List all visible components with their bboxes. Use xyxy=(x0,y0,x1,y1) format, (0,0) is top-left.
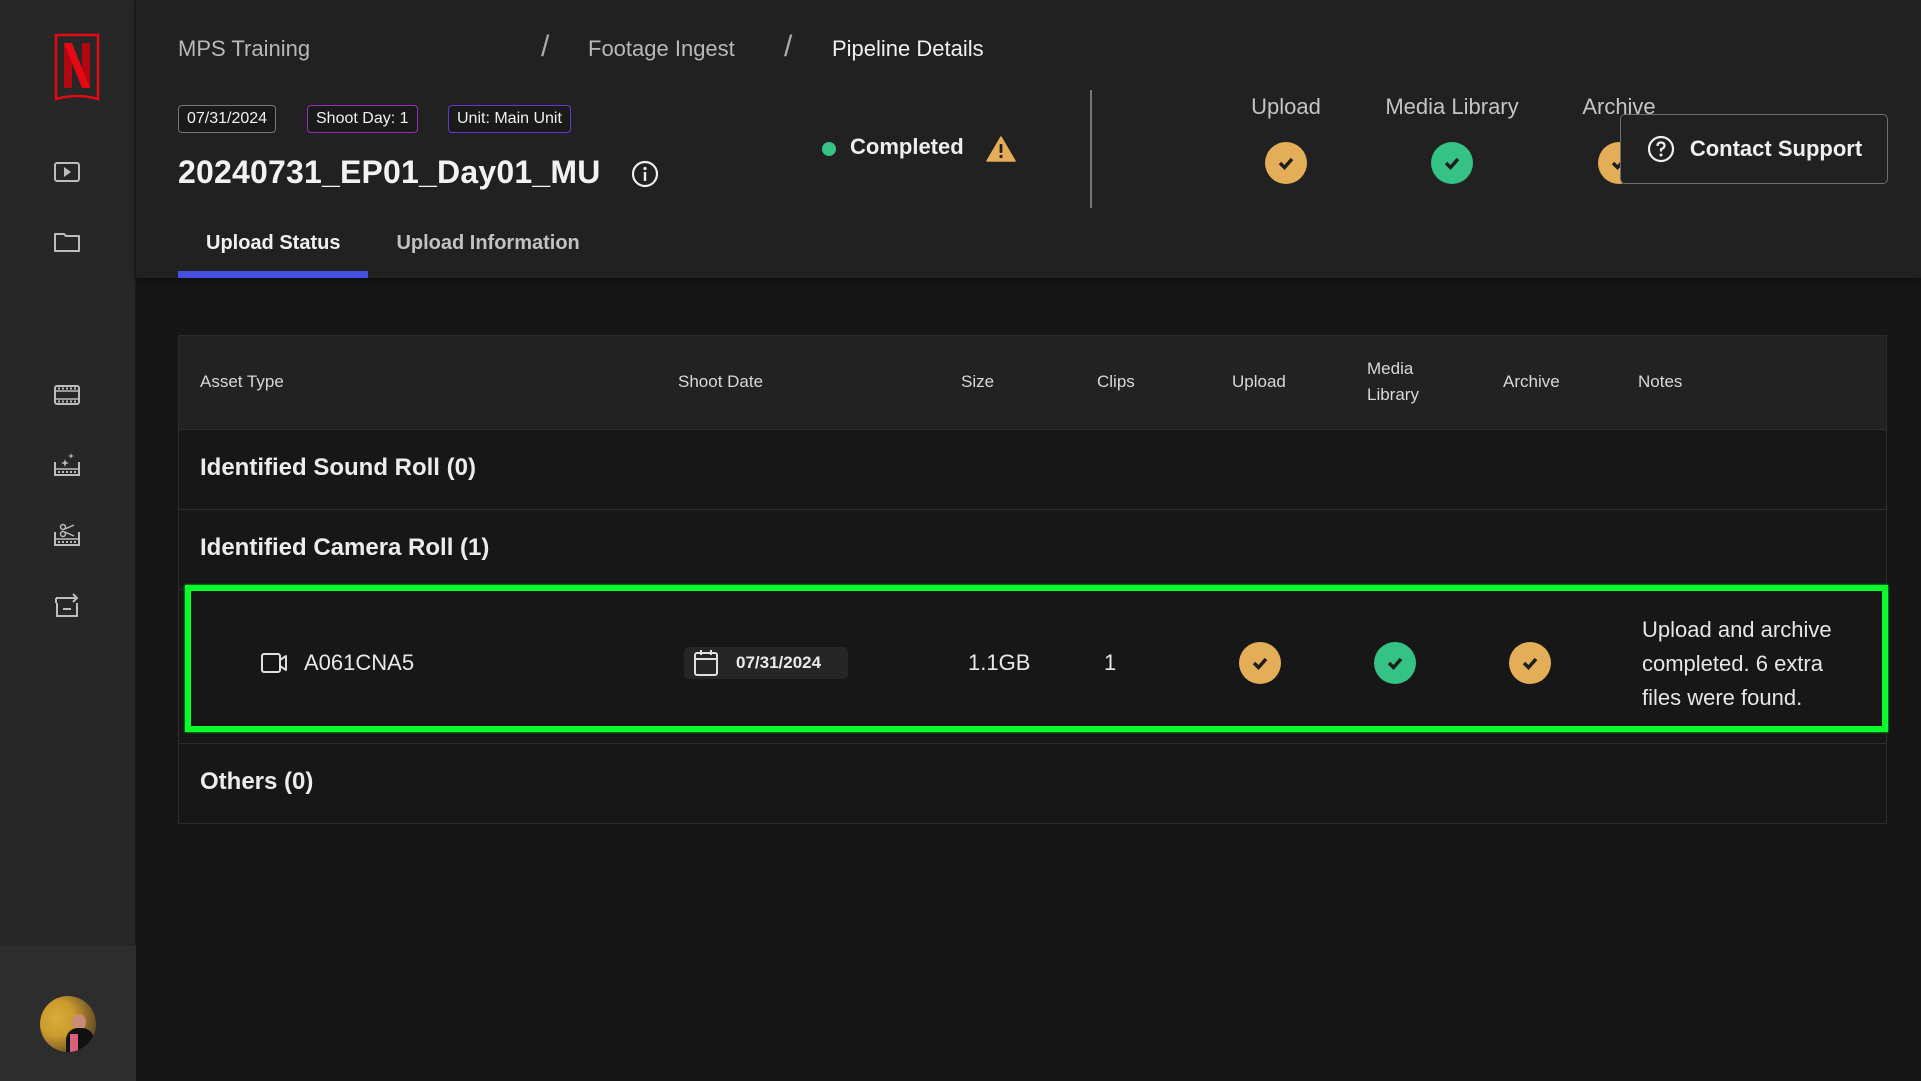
play-icon[interactable] xyxy=(52,157,82,187)
warning-icon[interactable] xyxy=(986,136,1016,162)
breadcrumb-pipeline-details: Pipeline Details xyxy=(832,36,984,61)
user-avatar[interactable] xyxy=(40,996,96,1052)
group-row-camera-roll[interactable]: Identified Camera Roll (1) xyxy=(179,509,1886,589)
video-camera-icon xyxy=(261,653,287,673)
shoot-date-chip: 07/31/2024 xyxy=(684,647,848,679)
breadcrumb-separator: / xyxy=(784,30,793,63)
column-notes: Notes xyxy=(1638,372,1683,391)
column-shoot-date: Shoot Date xyxy=(678,372,764,391)
column-upload: Upload xyxy=(1232,372,1286,391)
help-circle-icon xyxy=(1647,135,1674,163)
contact-support-button[interactable]: Contact Support xyxy=(1620,114,1888,184)
group-row-others[interactable]: Others (0) xyxy=(179,743,1886,823)
breadcrumb-footage-ingest[interactable]: Footage Ingest xyxy=(588,36,735,62)
column-size: Size xyxy=(961,372,995,391)
sidebar xyxy=(0,0,136,1081)
breadcrumb-mps-training[interactable]: MPS Training xyxy=(178,36,310,62)
status-badge: Completed xyxy=(850,134,964,159)
calendar-icon xyxy=(694,650,718,676)
header-divider xyxy=(1090,90,1092,208)
info-icon[interactable] xyxy=(630,159,660,189)
row-notes: Upload and archive completed. 6 extra fi… xyxy=(1642,617,1832,710)
avatar-detail xyxy=(70,1034,78,1052)
page-header: MPS Training / Footage Ingest / Pipeline… xyxy=(136,0,1921,278)
upload-check-icon xyxy=(1239,642,1281,684)
archive-export-icon[interactable] xyxy=(52,590,82,620)
assets-table: Asset Type Shoot Date Size Clips Upload … xyxy=(178,335,1887,824)
tab-bar: Upload Status Upload Information xyxy=(178,224,608,278)
size-value: 1.1GB xyxy=(968,650,1031,675)
check-circle-icon xyxy=(1431,142,1473,184)
column-archive: Archive xyxy=(1503,372,1560,391)
film-scissors-icon[interactable] xyxy=(52,520,82,550)
film-sparkle-icon[interactable] xyxy=(52,450,82,480)
contact-support-label: Contact Support xyxy=(1689,136,1863,161)
film-strip-icon[interactable] xyxy=(52,380,82,410)
archive-check-icon xyxy=(1509,642,1551,684)
netflix-logo[interactable] xyxy=(54,33,100,101)
group-title: Others (0) xyxy=(200,768,314,795)
column-media-library-line2: Library xyxy=(1367,385,1419,404)
tab-upload-information[interactable]: Upload Information xyxy=(368,224,607,278)
breadcrumb-separator: / xyxy=(541,30,550,63)
table-header: Asset Type Shoot Date Size Clips Upload … xyxy=(179,336,1886,429)
shoot-date: 07/31/2024 xyxy=(736,653,822,672)
column-media-library-line1: Media xyxy=(1367,359,1414,378)
group-row-sound-roll[interactable]: Identified Sound Roll (0) xyxy=(179,429,1886,509)
page-title: 20240731_EP01_Day01_MU xyxy=(178,154,601,190)
tab-upload-status[interactable]: Upload Status xyxy=(178,224,369,278)
group-title: Identified Sound Roll (0) xyxy=(200,454,476,481)
media-library-check-icon xyxy=(1374,642,1416,684)
status-dot xyxy=(822,142,836,156)
column-clips: Clips xyxy=(1097,372,1135,391)
check-circle-icon xyxy=(1265,142,1307,184)
sidebar-footer xyxy=(0,946,136,1081)
folder-icon[interactable] xyxy=(52,226,82,256)
shoot-day-tag: Shoot Day: 1 xyxy=(307,105,418,133)
unit-tag: Unit: Main Unit xyxy=(448,105,571,133)
asset-name[interactable]: A061CNA5 xyxy=(304,650,414,676)
column-media-library: Media Library xyxy=(1367,356,1419,408)
column-asset-type: Asset Type xyxy=(200,372,284,391)
clips-value: 1 xyxy=(1104,650,1117,675)
group-title: Identified Camera Roll (1) xyxy=(200,534,490,561)
date-tag: 07/31/2024 xyxy=(178,105,277,133)
table-row[interactable]: A061CNA5 07/31/2024 1.1GB 1 Upload and a… xyxy=(185,585,1888,732)
